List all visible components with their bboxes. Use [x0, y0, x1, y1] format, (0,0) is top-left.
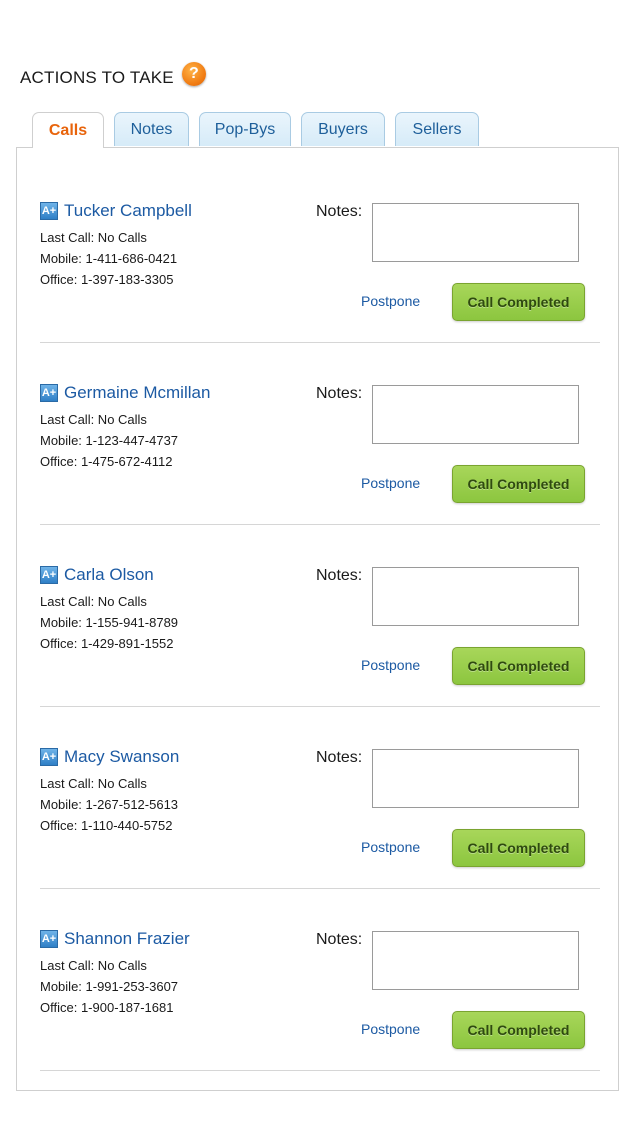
contact-card: A+ Shannon Frazier Last Call: No Calls M… [40, 889, 600, 1071]
calls-panel: A+ Tucker Campbell Last Call: No Calls M… [16, 147, 619, 1091]
last-call-text: Last Call: No Calls [40, 230, 147, 245]
a-plus-rating-icon: A+ [40, 566, 58, 584]
contact-card: A+ Macy Swanson Last Call: No Calls Mobi… [40, 707, 600, 889]
section-header: ACTIONS TO TAKE ? [20, 60, 206, 96]
tab-notes[interactable]: Notes [114, 112, 189, 146]
last-call-text: Last Call: No Calls [40, 776, 147, 791]
tab-sellers[interactable]: Sellers [395, 112, 479, 146]
mobile-phone: Mobile: 1-155-941-8789 [40, 615, 179, 630]
mobile-phone: Mobile: 1-991-253-3607 [40, 979, 179, 994]
tab-pop-bys[interactable]: Pop-Bys [199, 112, 291, 146]
notes-field[interactable] [372, 203, 579, 262]
contact-name-link[interactable]: Germaine Mcmillan [64, 383, 210, 403]
contact-card: A+ Germaine Mcmillan Last Call: No Calls… [40, 343, 600, 525]
tab-buyers[interactable]: Buyers [301, 112, 385, 146]
postpone-link[interactable]: Postpone [361, 475, 420, 491]
a-plus-rating-icon: A+ [40, 748, 58, 766]
notes-label: Notes: [316, 567, 363, 584]
last-call-text: Last Call: No Calls [40, 958, 147, 973]
notes-field[interactable] [372, 385, 579, 444]
notes-field[interactable] [372, 749, 579, 808]
help-icon[interactable]: ? [181, 62, 206, 86]
notes-field[interactable] [372, 931, 579, 990]
notes-label: Notes: [316, 749, 363, 766]
postpone-link[interactable]: Postpone [361, 293, 420, 309]
notes-label: Notes: [316, 203, 363, 220]
mobile-phone: Mobile: 1-123-447-4737 [40, 433, 179, 448]
postpone-link[interactable]: Postpone [361, 839, 420, 855]
notes-field[interactable] [372, 567, 579, 626]
call-completed-button[interactable]: Call Completed [452, 283, 585, 321]
office-phone: Office: 1-429-891-1552 [40, 636, 174, 651]
notes-label: Notes: [316, 385, 363, 402]
contact-card: A+ Carla Olson Last Call: No Calls Mobil… [40, 525, 600, 707]
postpone-link[interactable]: Postpone [361, 657, 420, 673]
postpone-link[interactable]: Postpone [361, 1021, 420, 1037]
tab-bar: Calls Notes Pop-Bys Buyers Sellers [32, 112, 489, 148]
contact-name-link[interactable]: Shannon Frazier [64, 929, 190, 949]
call-completed-button[interactable]: Call Completed [452, 829, 585, 867]
call-completed-button[interactable]: Call Completed [452, 1011, 585, 1049]
contact-name-link[interactable]: Macy Swanson [64, 747, 179, 767]
contact-card: A+ Tucker Campbell Last Call: No Calls M… [40, 161, 600, 343]
last-call-text: Last Call: No Calls [40, 594, 147, 609]
mobile-phone: Mobile: 1-411-686-0421 [40, 251, 178, 266]
office-phone: Office: 1-110-440-5752 [40, 818, 173, 833]
a-plus-rating-icon: A+ [40, 930, 58, 948]
contact-name-link[interactable]: Tucker Campbell [64, 201, 192, 221]
office-phone: Office: 1-397-183-3305 [40, 272, 174, 287]
last-call-text: Last Call: No Calls [40, 412, 147, 427]
call-completed-button[interactable]: Call Completed [452, 465, 585, 503]
tab-calls[interactable]: Calls [32, 112, 104, 148]
mobile-phone: Mobile: 1-267-512-5613 [40, 797, 179, 812]
a-plus-rating-icon: A+ [40, 384, 58, 402]
call-completed-button[interactable]: Call Completed [452, 647, 585, 685]
office-phone: Office: 1-900-187-1681 [40, 1000, 174, 1015]
contact-name-link[interactable]: Carla Olson [64, 565, 154, 585]
a-plus-rating-icon: A+ [40, 202, 58, 220]
notes-label: Notes: [316, 931, 363, 948]
office-phone: Office: 1-475-672-4112 [40, 454, 173, 469]
page-title: ACTIONS TO TAKE [20, 68, 174, 87]
